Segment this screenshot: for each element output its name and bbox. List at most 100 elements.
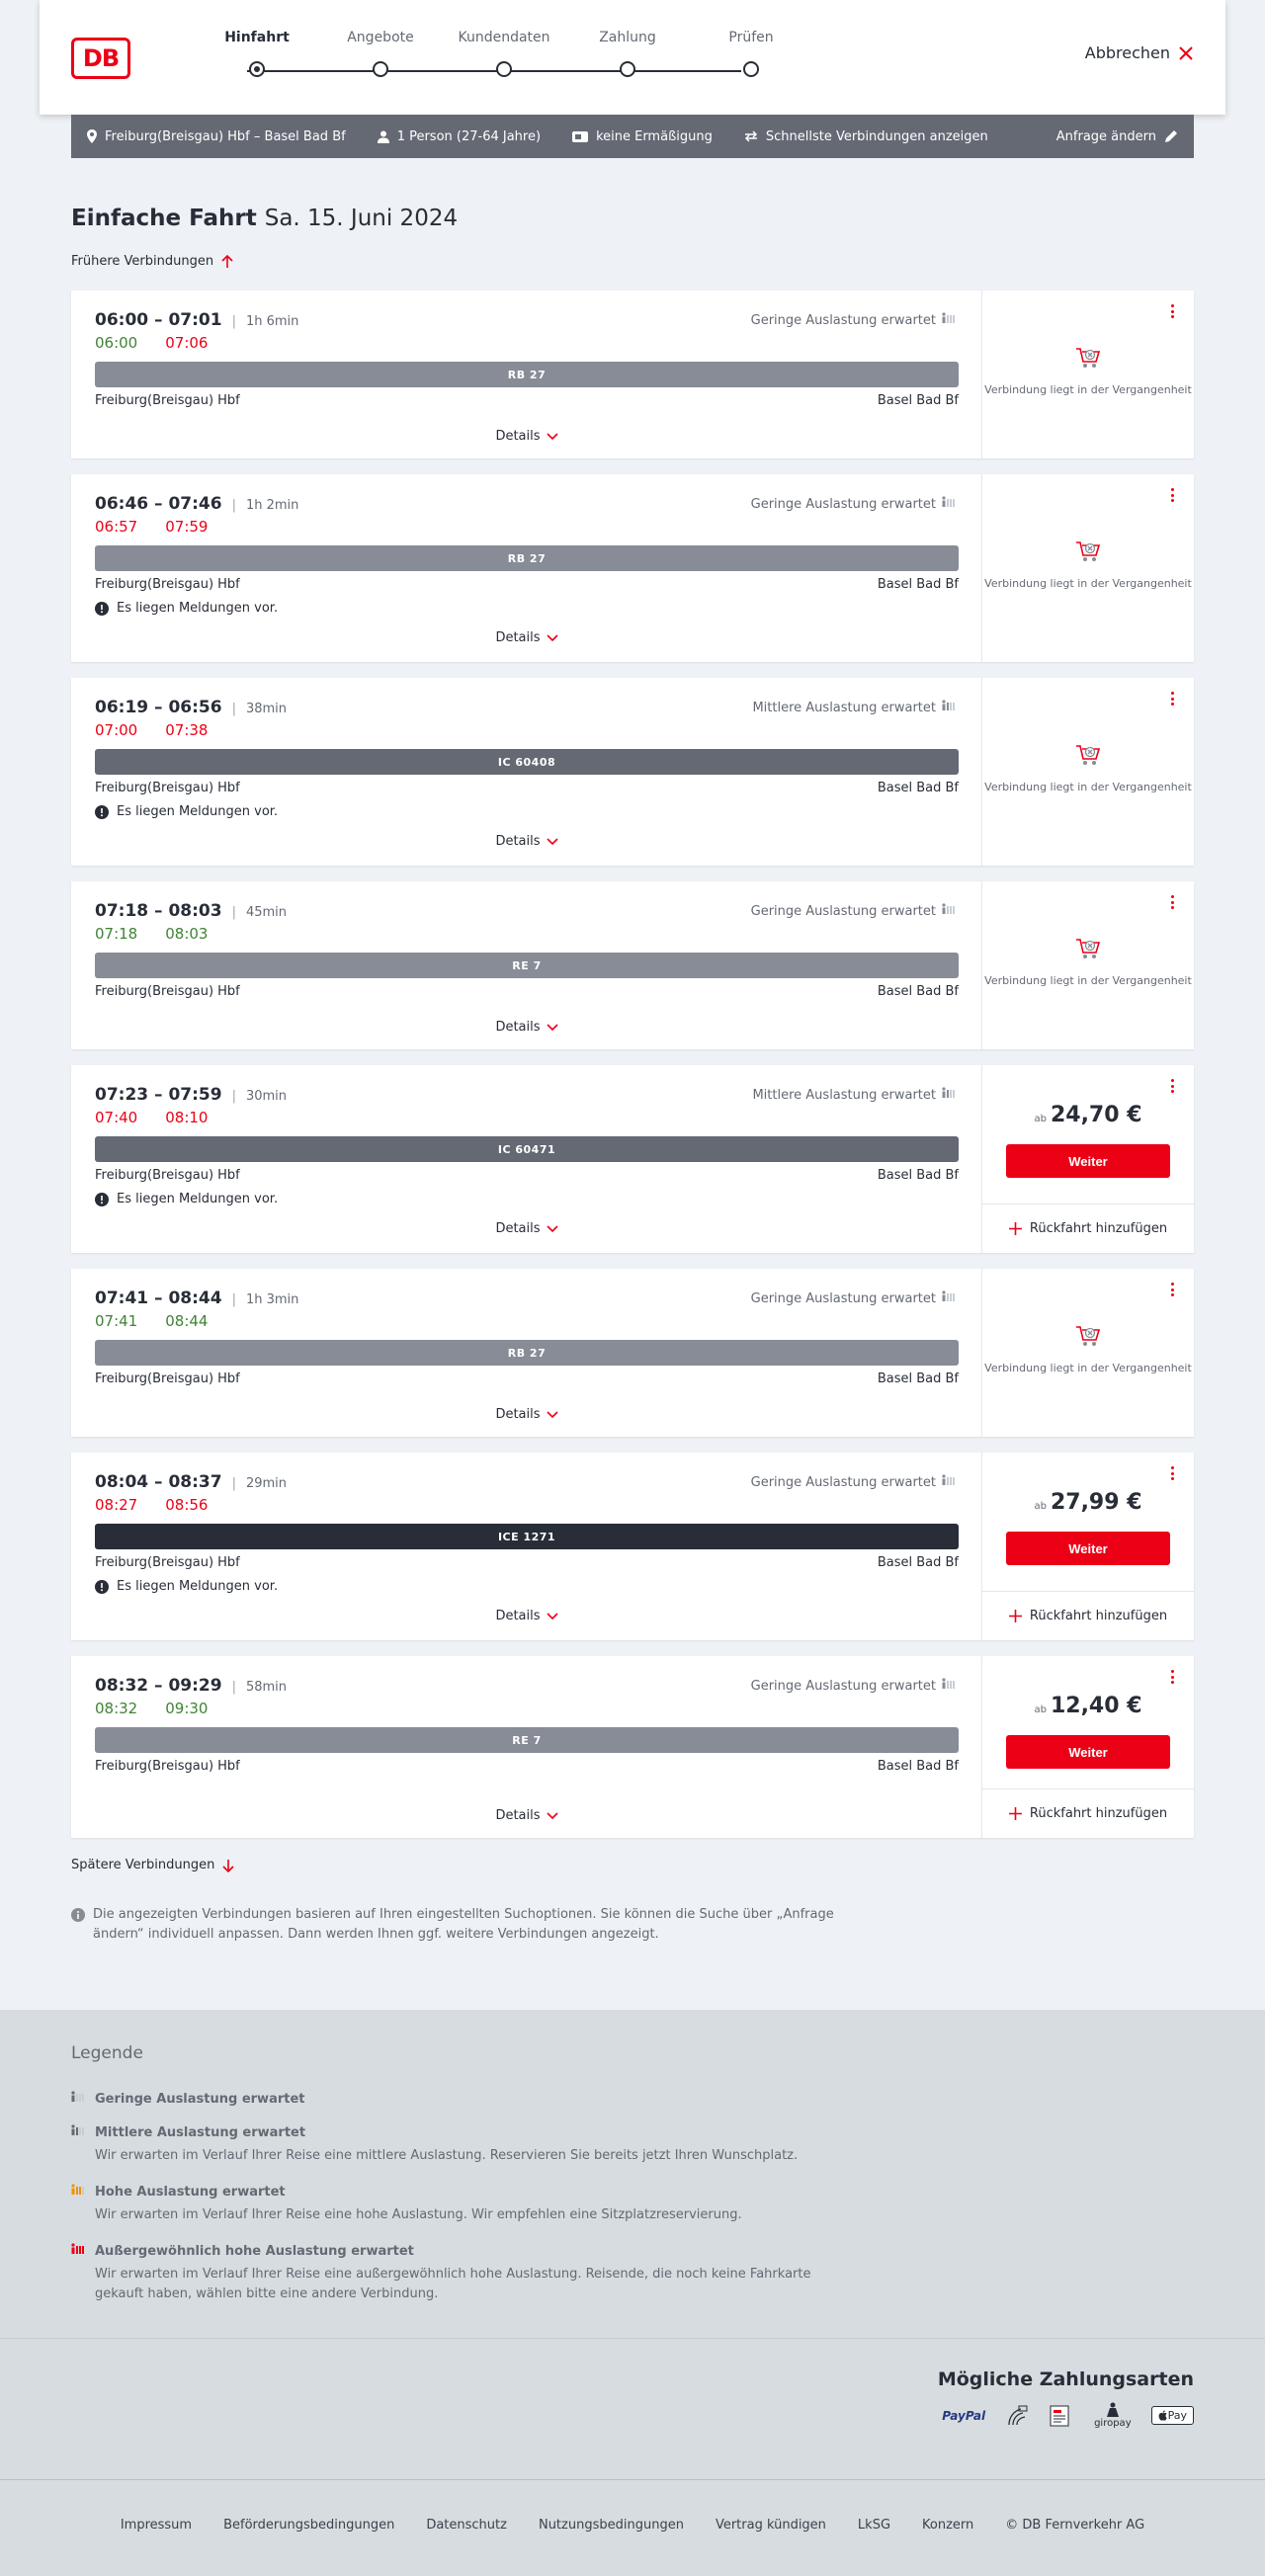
more-options-icon[interactable] <box>1166 302 1178 320</box>
stations: Freiburg(Breisgau) Hbf Basel Bad Bf <box>95 393 959 408</box>
connection-card[interactable]: 06:19 – 06:56 38min 07:00 07:38 Mittlere A… <box>71 678 1194 866</box>
occupancy-label: Geringe Auslastung erwartet <box>750 1290 936 1306</box>
arrival-station: Basel Bad Bf <box>877 1555 959 1570</box>
step-kundendaten[interactable]: Kundendaten <box>455 30 553 77</box>
cart-unavailable-icon <box>982 936 1194 965</box>
connection-main: 06:46 – 07:46 1h 2min 06:57 07:59 Geringe … <box>71 474 982 662</box>
continue-button[interactable]: Weiter <box>1006 1532 1170 1565</box>
step-angebote[interactable]: Angebote <box>331 30 430 77</box>
train-name: RE 7 <box>512 958 542 972</box>
train-name: ICE 1271 <box>497 1530 556 1543</box>
more-options-icon[interactable] <box>1166 486 1178 504</box>
alert-icon <box>95 1579 109 1594</box>
details-toggle[interactable]: Details <box>71 1609 982 1623</box>
scheduled-times: 07:41 – 08:44 <box>95 1288 222 1308</box>
details-toggle[interactable]: Details <box>71 1221 982 1236</box>
add-return-trip-button[interactable]: Rückfahrt hinzufügen <box>982 1788 1194 1838</box>
connection-card[interactable]: 06:46 – 07:46 1h 2min 06:57 07:59 Geringe … <box>71 474 1194 662</box>
giropay-label: giropay <box>1094 2418 1132 2429</box>
details-toggle[interactable]: Details <box>71 1407 982 1422</box>
connection-times: 06:46 – 07:46 1h 2min <box>95 494 298 514</box>
more-options-icon[interactable] <box>1166 690 1178 707</box>
search-info: Die angezeigten Verbindungen basieren au… <box>71 1905 842 1945</box>
step-pruefen[interactable]: Prüfen <box>702 30 801 77</box>
train-bar[interactable]: RB 27 <box>95 545 959 571</box>
train-bar[interactable]: RB 27 <box>95 362 959 387</box>
footer-link-datenschutz[interactable]: Datenschutz <box>426 2518 507 2533</box>
more-options-icon[interactable] <box>1166 1464 1178 1482</box>
earlier-connections-link[interactable]: Frühere Verbindungen <box>71 254 233 269</box>
travelers-filter[interactable]: 1 Person (27-64 Jahre) <box>377 129 541 144</box>
legend-head: Außergewöhnlich hohe Auslastung erwartet <box>95 2243 414 2259</box>
giropay-icon: giropay <box>1094 2402 1132 2429</box>
step-zahlung[interactable]: Zahlung <box>578 30 677 77</box>
more-options-icon[interactable] <box>1166 893 1178 911</box>
footer: Impressum Beförderungsbedingungen Datens… <box>0 2480 1265 2576</box>
connection-card[interactable]: 07:18 – 08:03 45min 07:18 08:03 Geringe Au… <box>71 881 1194 1049</box>
train-bar[interactable]: RE 7 <box>95 1727 959 1753</box>
connection-card[interactable]: 06:00 – 07:01 1h 6min 06:00 07:06 Geringe … <box>71 291 1194 458</box>
connection-card[interactable]: 07:23 – 07:59 30min 07:40 08:10 Mittlere A… <box>71 1065 1194 1253</box>
realtime-arrival: 07:38 <box>165 721 209 739</box>
occupancy-info: Geringe Auslastung erwartet <box>751 903 958 919</box>
train-bar[interactable]: IC 60471 <box>95 1136 959 1162</box>
footer-link-konzern[interactable]: Konzern <box>922 2518 973 2533</box>
more-options-icon[interactable] <box>1166 1077 1178 1095</box>
add-return-trip-button[interactable]: Rückfahrt hinzufügen <box>982 1591 1194 1640</box>
more-options-icon[interactable] <box>1166 1668 1178 1686</box>
footer-link-lksg[interactable]: LkSG <box>858 2518 890 2533</box>
footer-link-nutzungsbedingungen[interactable]: Nutzungsbedingungen <box>539 2518 684 2533</box>
add-return-trip-label: Rückfahrt hinzufügen <box>1029 1221 1168 1236</box>
connection-offer: Verbindung liegt in der Vergangenheit <box>982 474 1194 662</box>
step-hinfahrt[interactable]: Hinfahrt <box>208 30 306 77</box>
step-label: Hinfahrt <box>224 30 290 45</box>
train-bar[interactable]: ICE 1271 <box>95 1524 959 1549</box>
continue-button[interactable]: Weiter <box>1006 1735 1170 1769</box>
scheduled-times: 08:04 – 08:37 <box>95 1472 222 1492</box>
details-toggle[interactable]: Details <box>71 630 982 645</box>
realtime-arrival: 07:59 <box>165 518 209 536</box>
cancel-button[interactable]: Abbrechen <box>1085 43 1194 62</box>
departure-station: Freiburg(Breisgau) Hbf <box>95 1555 240 1570</box>
occupancy-info: Geringe Auslastung erwartet <box>751 1678 958 1694</box>
realtime-departure: 07:41 <box>95 1312 138 1330</box>
train-bar[interactable]: RB 27 <box>95 1340 959 1366</box>
past-connection-text: Verbindung liegt in der Vergangenheit <box>984 1362 1192 1374</box>
later-connections-link[interactable]: Spätere Verbindungen <box>71 1858 234 1872</box>
discount-label: keine Ermäßigung <box>596 128 713 144</box>
footer-link-impressum[interactable]: Impressum <box>121 2518 192 2533</box>
details-toggle[interactable]: Details <box>71 429 982 444</box>
fastest-label: Schnellste Verbindungen anzeigen <box>765 128 988 144</box>
chevron-down-icon <box>546 1023 558 1031</box>
arrow-up-icon <box>221 254 233 268</box>
train-bar[interactable]: IC 60408 <box>95 749 959 775</box>
notice-text: Es liegen Meldungen vor. <box>117 1579 279 1594</box>
discount-filter[interactable]: keine Ermäßigung <box>572 129 713 144</box>
footer-link-befoerderungsbedingungen[interactable]: Beförderungsbedingungen <box>223 2518 394 2533</box>
occupancy-info: Mittlere Auslastung erwartet <box>752 700 958 715</box>
add-return-trip-button[interactable]: Rückfahrt hinzufügen <box>982 1204 1194 1253</box>
paypal-icon: PayPal <box>942 2409 985 2423</box>
occupancy-label: Geringe Auslastung erwartet <box>750 903 936 919</box>
connection-card[interactable]: 07:41 – 08:44 1h 3min 07:41 08:44 Geringe … <box>71 1269 1194 1437</box>
db-logo[interactable]: DB <box>71 38 130 79</box>
change-request-button[interactable]: Anfrage ändern <box>1056 129 1178 144</box>
legend-head: Geringe Auslastung erwartet <box>95 2091 305 2107</box>
details-toggle[interactable]: Details <box>71 1020 982 1035</box>
route-filter[interactable]: Freiburg(Breisgau) Hbf – Basel Bad Bf <box>87 129 346 144</box>
train-bar[interactable]: RE 7 <box>95 953 959 978</box>
details-toggle[interactable]: Details <box>71 834 982 849</box>
details-toggle[interactable]: Details <box>71 1808 982 1823</box>
arrow-down-icon <box>222 1859 234 1872</box>
realtime-times: 07:18 08:03 <box>95 925 235 943</box>
connection-card[interactable]: 08:32 – 09:29 58min 08:32 09:30 Geringe Au… <box>71 1656 1194 1838</box>
connection-card[interactable]: 08:04 – 08:37 29min 08:27 08:56 Geringe Au… <box>71 1453 1194 1640</box>
footer-link-vertrag-kuendigen[interactable]: Vertrag kündigen <box>716 2518 826 2533</box>
connection-times: 08:04 – 08:37 29min <box>95 1472 287 1492</box>
header: DB Hinfahrt Angebote Kundendaten Zahlung… <box>40 0 1225 115</box>
paypal-label: PayPal <box>942 2408 986 2423</box>
occupancy-label: Mittlere Auslastung erwartet <box>752 700 936 715</box>
more-options-icon[interactable] <box>1166 1281 1178 1298</box>
fastest-filter[interactable]: Schnellste Verbindungen anzeigen <box>744 129 988 144</box>
continue-button[interactable]: Weiter <box>1006 1144 1170 1178</box>
